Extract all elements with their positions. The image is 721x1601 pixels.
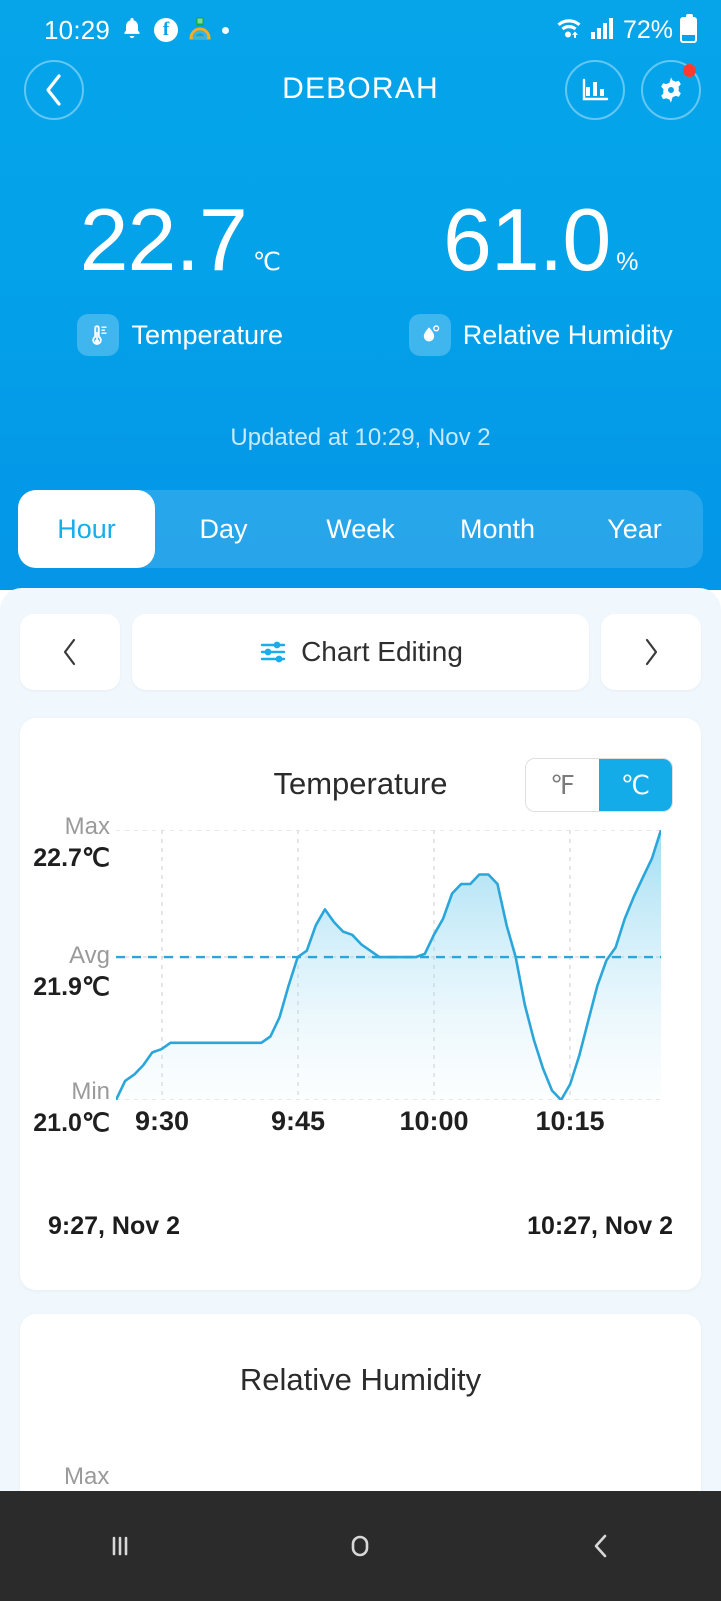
updated-timestamp: Updated at 10:29, Nov 2 xyxy=(230,424,491,451)
home-icon xyxy=(352,1535,369,1557)
android-nav-bar xyxy=(0,1491,721,1601)
dot-icon xyxy=(222,26,230,34)
gear-icon xyxy=(661,77,681,103)
y-axis-min-name: Min xyxy=(71,1078,110,1105)
humidity-label-row: Relative Humidity xyxy=(361,314,721,356)
battery-percent: 72% xyxy=(622,15,673,44)
range-start: 9:27, Nov 2 xyxy=(48,1212,181,1240)
app-bar: DEBORAH xyxy=(0,58,721,126)
tab-month[interactable]: Month xyxy=(429,490,566,568)
prev-chart-button[interactable] xyxy=(20,614,120,690)
x-tick-0: 9:30 xyxy=(134,1106,190,1136)
humidity-label: Relative Humidity xyxy=(462,319,673,350)
tab-week[interactable]: Week xyxy=(292,490,429,568)
y-axis-min-value: 21.0℃ xyxy=(33,1109,110,1137)
temperature-plot: Max 22.7℃ Avg 21.9℃ Min 21.0℃ 9:30 9:45 … xyxy=(20,813,701,1170)
status-time: 10:29 xyxy=(44,14,111,45)
settings-button[interactable] xyxy=(641,60,701,120)
period-tabs: Hour Day Week Month Year xyxy=(18,490,703,568)
back-button-nav[interactable] xyxy=(541,1491,661,1601)
sliders-icon xyxy=(260,641,286,663)
y-axis-labels: Max 22.7℃ Avg 21.9℃ Min 21.0℃ xyxy=(20,813,116,1170)
bar-chart-icon xyxy=(582,78,609,101)
tab-day[interactable]: Day xyxy=(155,490,292,568)
tab-year[interactable]: Year xyxy=(566,490,703,568)
chart-editing-label: Chart Editing xyxy=(301,636,463,667)
temperature-unit: ℃ xyxy=(252,248,281,276)
x-tick-2: 10:00 xyxy=(399,1106,469,1136)
temperature-value: 22.7 xyxy=(79,190,248,289)
recents-icon xyxy=(112,1536,128,1556)
y-axis-avg: Avg 21.9℃ xyxy=(33,941,110,1003)
status-bar: 10:29 f 72% xyxy=(0,0,721,60)
home-button[interactable] xyxy=(300,1491,420,1601)
phone-screen: 10:29 f 72% DEBORAH 22.7 ℃ Temperature 6… xyxy=(0,0,721,1601)
unit-option-fahrenheit[interactable]: ℉ xyxy=(526,759,599,811)
x-tick-3: 10:15 xyxy=(535,1106,605,1136)
header-panel: 10:29 f 72% DEBORAH 22.7 ℃ Temperature 6… xyxy=(0,0,721,590)
y-axis-avg-value: 21.9℃ xyxy=(33,973,110,1001)
humidity-reading: 61.0% Relative Humidity xyxy=(361,196,721,356)
back-icon xyxy=(594,1534,607,1558)
status-bar-left: 10:29 f xyxy=(44,14,230,46)
y-axis-max-value: 22.7℃ xyxy=(33,844,110,872)
readings-row: 22.7 ℃ Temperature 61.0 % Relative Humid… xyxy=(0,196,721,356)
facebook-icon: f xyxy=(154,18,179,42)
y-axis-avg-name: Avg xyxy=(69,942,110,969)
humidity-chart-title: Relative Humidity xyxy=(239,1362,482,1397)
temperature-value-row: 22.7 ℃ xyxy=(0,196,361,284)
y-axis-min: Min 21.0℃ xyxy=(33,1077,110,1139)
chevron-right-icon xyxy=(645,638,658,666)
x-axis-ticks: 9:30 9:45 10:00 10:15 xyxy=(116,1106,701,1146)
humidity-value-row: 61.0% xyxy=(361,196,721,284)
x-tick-1: 9:45 xyxy=(270,1106,326,1136)
cellular-signal-icon xyxy=(590,16,616,44)
humidity-drop-icon xyxy=(408,314,451,356)
humidity-y-axis-max: Max xyxy=(64,1462,109,1492)
thermometer-icon xyxy=(77,314,120,356)
y-axis-max: Max 22.7℃ xyxy=(33,812,110,874)
chart-editing-button[interactable]: Chart Editing xyxy=(132,614,589,690)
y-axis-max-name: Max xyxy=(64,813,110,840)
humidity-value: 61.0 xyxy=(442,190,611,289)
recents-button[interactable] xyxy=(60,1491,180,1601)
temperature-reading: 22.7 ℃ Temperature xyxy=(0,196,361,356)
bell-icon xyxy=(121,16,143,44)
temperature-line-chart xyxy=(114,828,663,1102)
unit-option-celsius[interactable]: ℃ xyxy=(599,759,672,811)
next-chart-button[interactable] xyxy=(601,614,701,690)
chart-nav-row: Chart Editing xyxy=(20,614,701,690)
range-end: 10:27, Nov 2 xyxy=(527,1212,673,1240)
battery-icon xyxy=(680,14,697,43)
time-range-row: 9:27, Nov 2 10:27, Nov 2 xyxy=(48,1212,673,1241)
unit-toggle[interactable]: ℉ ℃ xyxy=(525,758,673,812)
temperature-chart-plot-area xyxy=(114,828,663,1102)
chevron-left-icon xyxy=(63,638,76,666)
content-area: Chart Editing Temperature ℉ ℃ Max 22.7℃ xyxy=(0,588,721,1574)
humidity-y-axis-max-name: Max xyxy=(64,1463,110,1490)
humidity-unit: % xyxy=(616,248,639,276)
settings-badge xyxy=(683,64,696,77)
app-icon xyxy=(189,16,211,44)
status-bar-right: 72% xyxy=(555,14,697,45)
tab-hour[interactable]: Hour xyxy=(18,490,155,568)
wifi-icon xyxy=(555,16,583,44)
temperature-label-row: Temperature xyxy=(0,314,361,356)
chart-history-button[interactable] xyxy=(565,60,625,120)
temperature-label: Temperature xyxy=(131,319,284,350)
temperature-chart-card: Temperature ℉ ℃ Max 22.7℃ Avg 21.9℃ Min … xyxy=(20,718,701,1290)
